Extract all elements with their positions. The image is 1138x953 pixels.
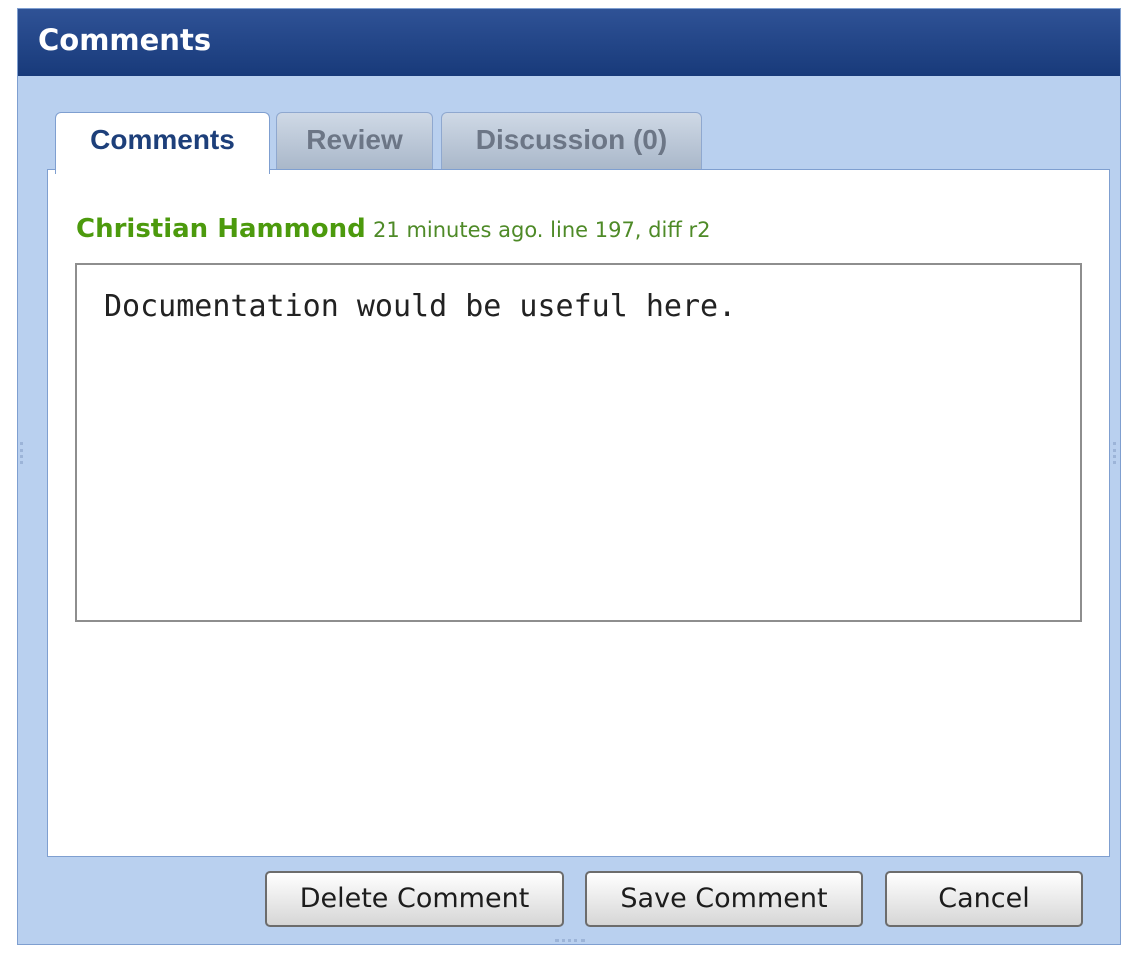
comment-header: Christian Hammond 21 minutes ago. line 1… — [76, 214, 710, 244]
cancel-button[interactable]: Cancel — [885, 871, 1083, 927]
resize-handle-bottom-icon[interactable] — [555, 939, 585, 945]
resize-handle-left-icon[interactable] — [20, 442, 27, 464]
resize-handle-right-icon[interactable] — [1113, 442, 1120, 464]
tab-discussion[interactable]: Discussion (0) — [441, 112, 702, 170]
save-comment-button[interactable]: Save Comment — [585, 871, 863, 927]
delete-comment-button[interactable]: Delete Comment — [265, 871, 564, 927]
comment-meta: 21 minutes ago. line 197, diff r2 — [373, 218, 711, 242]
comment-textarea[interactable]: Documentation would be useful here. — [75, 263, 1082, 622]
tab-review[interactable]: Review — [276, 112, 433, 170]
dialog-titlebar[interactable]: Comments — [18, 9, 1120, 76]
comment-author: Christian Hammond — [76, 214, 366, 244]
tab-comments[interactable]: Comments — [55, 112, 270, 174]
comment-dialog: Comments Comments Review Discussion (0) … — [17, 8, 1121, 945]
comments-tab-panel: Christian Hammond 21 minutes ago. line 1… — [47, 169, 1110, 857]
dialog-title: Comments — [38, 23, 212, 57]
